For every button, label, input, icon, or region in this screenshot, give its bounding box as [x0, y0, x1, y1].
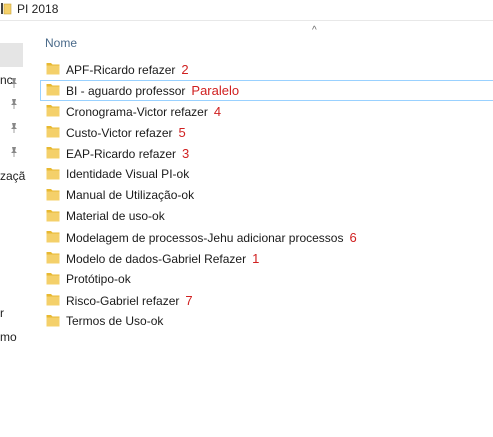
folder-icon: [46, 210, 60, 222]
folder-name: APF-Ricardo refazer 2: [66, 62, 189, 77]
folder-name-text: Termos de Uso-ok: [66, 314, 164, 328]
folder-name-text: Modelagem de processos-Jehu adicionar pr…: [66, 231, 344, 245]
handwritten-annotation: Paralelo: [191, 83, 240, 98]
folder-name-text: Manual de Utilização-ok: [66, 188, 195, 202]
folder-name: Identidade Visual PI-ok: [66, 167, 189, 181]
list-item[interactable]: Protótipo-ok: [29, 269, 493, 290]
list-item[interactable]: Modelagem de processos-Jehu adicionar pr…: [29, 227, 493, 248]
folder-name: Material de uso-ok: [66, 209, 165, 223]
handwritten-annotation: 6: [349, 230, 357, 245]
folder-name-text: Modelo de dados-Gabriel Refazer: [66, 252, 247, 266]
list-item[interactable]: Termos de Uso-ok: [29, 311, 493, 332]
list-item[interactable]: Manual de Utilização-ok: [29, 185, 493, 206]
handwritten-annotation: 7: [185, 293, 193, 308]
folder-icon: [46, 273, 60, 285]
folder-name: Protótipo-ok: [66, 272, 131, 286]
list-item[interactable]: Identidade Visual PI-ok: [29, 164, 493, 185]
folder-icon: [46, 105, 60, 117]
list-item[interactable]: Risco-Gabriel refazer 7: [29, 290, 493, 311]
folder-icon: [46, 147, 60, 159]
pin-icon: [11, 123, 17, 133]
list-item[interactable]: Material de uso-ok: [29, 206, 493, 227]
folder-name: EAP-Ricardo refazer 3: [66, 146, 189, 161]
folder-name-text: Risco-Gabriel refazer: [66, 294, 180, 308]
folder-name-text: Cronograma-Victor refazer: [66, 105, 208, 119]
sort-ascending-icon: ^: [312, 25, 317, 36]
file-explorer-window: PI 2018 nc zaçã r mo ^ Nome APF-Ricardo …: [0, 0, 493, 437]
folder-name: Custo-Victor refazer 5: [66, 125, 186, 140]
handwritten-annotation: 1: [252, 251, 260, 266]
nav-item-label[interactable]: mo: [0, 330, 17, 344]
folder-icon: [46, 63, 60, 75]
nav-item-label[interactable]: zaçã: [0, 169, 25, 183]
list-item[interactable]: Modelo de dados-Gabriel Refazer 1: [29, 248, 493, 269]
handwritten-annotation: 2: [181, 62, 189, 77]
list-item[interactable]: EAP-Ricardo refazer 3: [29, 143, 493, 164]
pin-icon: [11, 78, 17, 88]
folder-icon: [46, 84, 60, 96]
list-item[interactable]: Custo-Victor refazer 5: [29, 122, 493, 143]
column-header[interactable]: ^ Nome: [29, 21, 493, 55]
navigation-pane[interactable]: nc zaçã r mo: [0, 21, 28, 437]
file-list: APF-Ricardo refazer 2 BI - aguardo profess…: [29, 59, 493, 332]
list-item[interactable]: APF-Ricardo refazer 2: [29, 59, 493, 80]
folder-name: Modelo de dados-Gabriel Refazer 1: [66, 251, 259, 266]
name-column-header[interactable]: Nome: [45, 36, 77, 50]
folder-name-text: Custo-Victor refazer: [66, 126, 173, 140]
folder-name-text: EAP-Ricardo refazer: [66, 147, 177, 161]
nav-item-label[interactable]: r: [0, 306, 4, 320]
folder-name: Termos de Uso-ok: [66, 314, 163, 328]
folder-name-text: Material de uso-ok: [66, 209, 165, 223]
folder-name-text: Identidade Visual PI-ok: [66, 167, 190, 181]
folder-name: Manual de Utilização-ok: [66, 188, 194, 202]
folder-icon: [1, 3, 12, 15]
nav-selected-item[interactable]: [0, 43, 23, 67]
folder-icon: [46, 168, 60, 180]
list-item[interactable]: BI - aguardo professor Paralelo: [29, 80, 493, 101]
folder-name-text: Protótipo-ok: [66, 272, 131, 286]
folder-name: BI - aguardo professor Paralelo: [66, 83, 239, 98]
folder-name: Cronograma-Victor refazer 4: [66, 104, 221, 119]
handwritten-annotation: 3: [182, 146, 190, 161]
window-title: PI 2018: [17, 2, 59, 16]
handwritten-annotation: 5: [178, 125, 186, 140]
folder-icon: [46, 294, 60, 306]
title-bar: PI 2018: [0, 0, 493, 21]
folder-icon: [46, 252, 60, 264]
folder-icon: [46, 189, 60, 201]
pin-icon: [11, 147, 17, 157]
folder-name-text: APF-Ricardo refazer: [66, 63, 176, 77]
pin-icon: [11, 99, 17, 109]
handwritten-annotation: 4: [213, 104, 222, 119]
folder-icon: [46, 231, 60, 243]
folder-icon: [46, 126, 60, 138]
folder-icon: [46, 315, 60, 327]
folder-name: Modelagem de processos-Jehu adicionar pr…: [66, 230, 357, 245]
folder-name-text: BI - aguardo professor: [66, 84, 186, 98]
folder-name: Risco-Gabriel refazer 7: [66, 293, 193, 308]
list-item[interactable]: Cronograma-Victor refazer 4: [29, 101, 493, 122]
